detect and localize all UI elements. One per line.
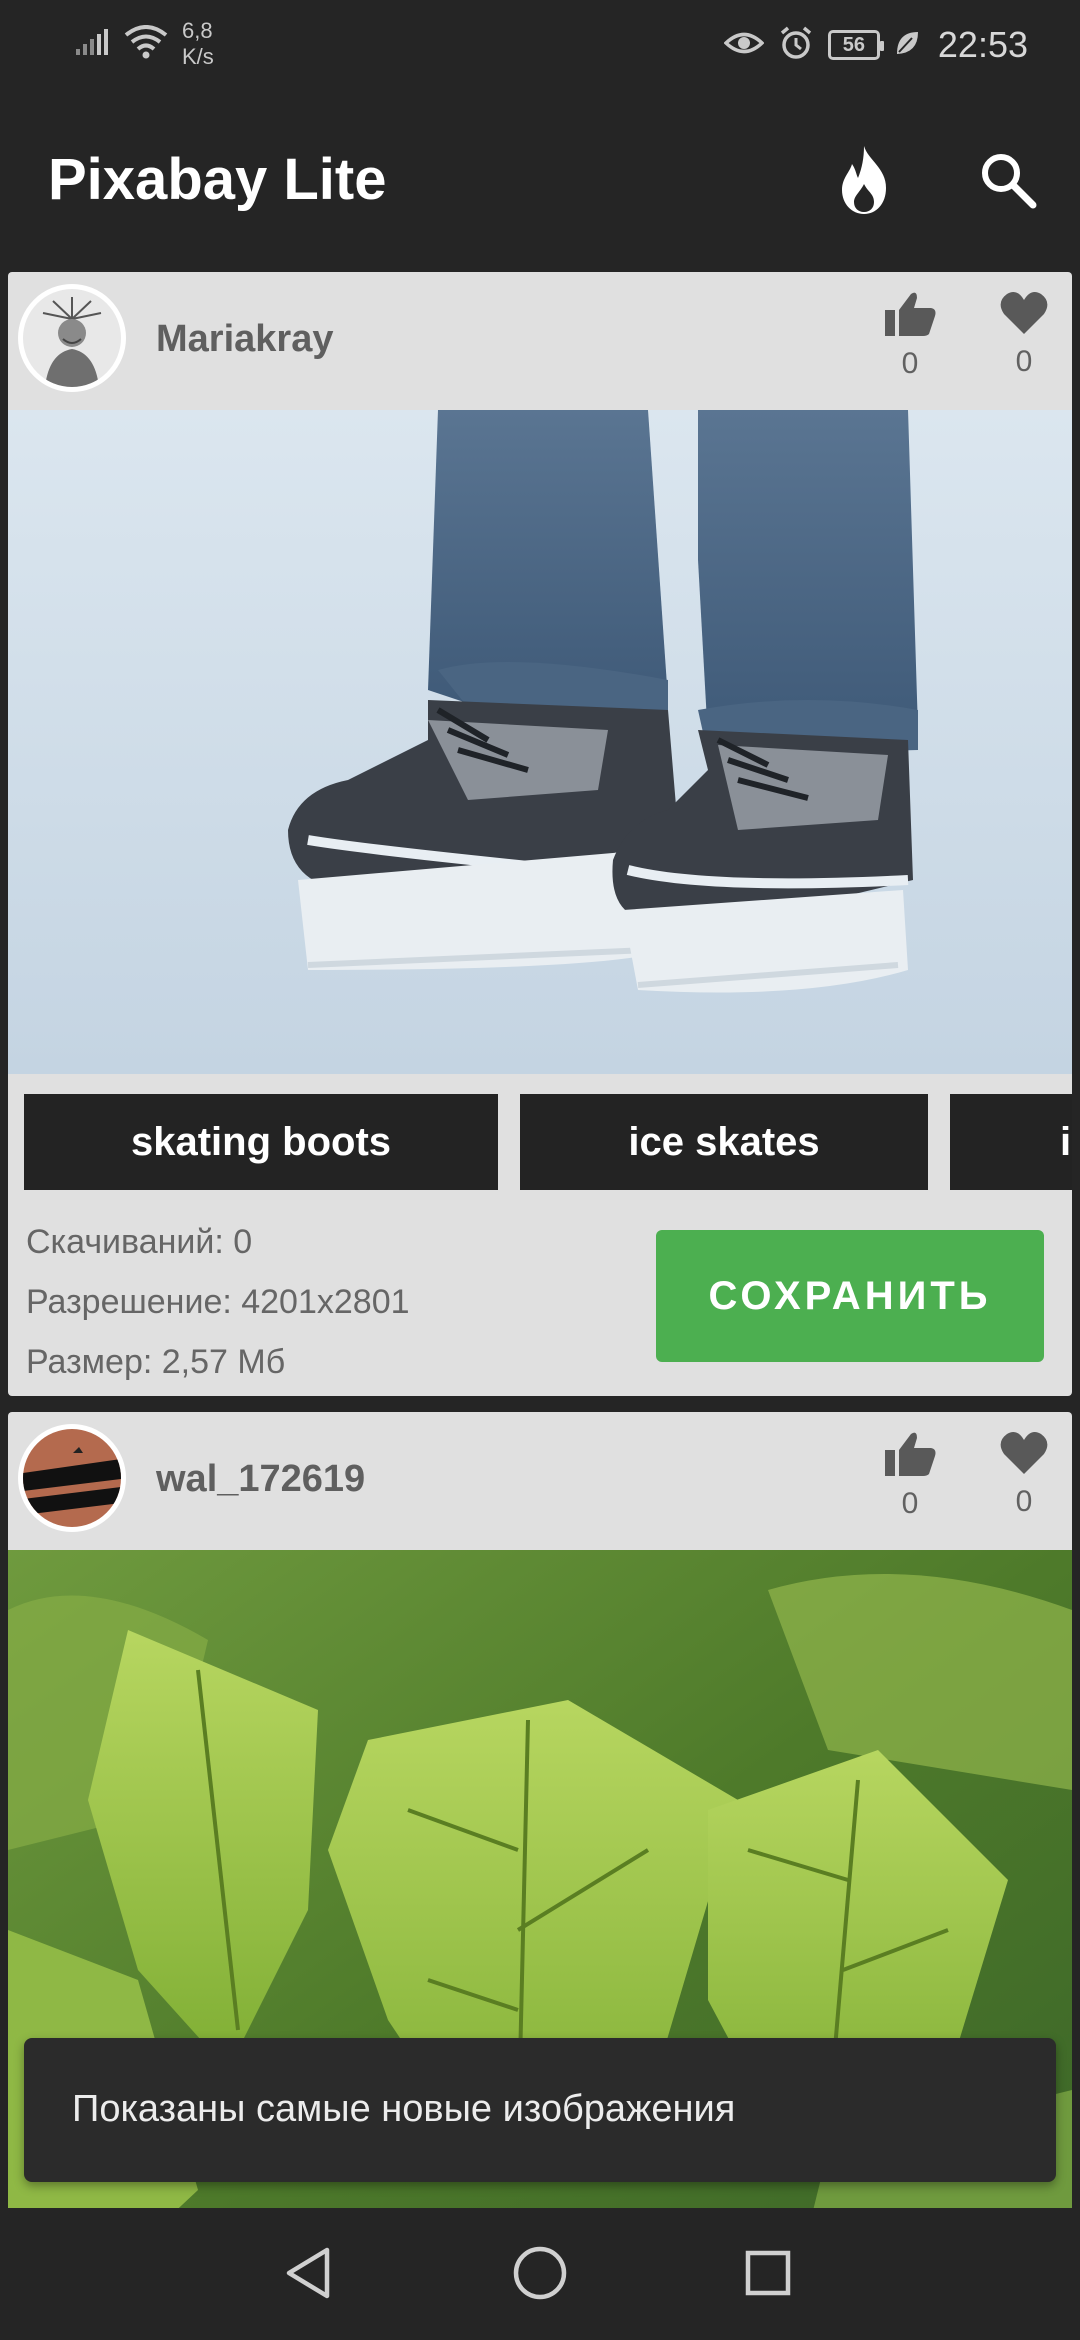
network-speed-unit: K/s xyxy=(182,44,214,69)
heart-icon xyxy=(999,292,1049,340)
thumb-up-icon xyxy=(883,1432,937,1482)
alarm-icon xyxy=(778,25,814,66)
app-title: Pixabay Lite xyxy=(48,147,387,212)
favorite-count: 0 xyxy=(1015,345,1033,378)
tag-chip[interactable]: ice skates xyxy=(520,1094,928,1190)
post-image[interactable] xyxy=(8,410,1072,1074)
status-bar: 6,8 K/s 56 22:53 xyxy=(0,0,1080,96)
status-right: 56 22:53 xyxy=(723,24,1028,66)
favorite-button[interactable]: 0 xyxy=(984,290,1064,379)
search-icon xyxy=(979,151,1037,214)
app-bar: Pixabay Lite xyxy=(0,96,1080,272)
post-header: Mariakray 0 0 xyxy=(8,272,1072,410)
signal-icon xyxy=(76,28,110,60)
post-image[interactable] xyxy=(8,1550,1072,2312)
like-count: 0 xyxy=(901,347,919,380)
save-button[interactable]: СОХРАНИТЬ xyxy=(656,1230,1044,1362)
battery-icon: 56 xyxy=(827,30,884,60)
image-info: Скачиваний: 0 Разрешение: 4201x2801 Разм… xyxy=(26,1212,410,1392)
avatar[interactable] xyxy=(18,284,126,392)
snackbar-message: Показаны самые новые изображения xyxy=(72,2088,736,2130)
home-button[interactable] xyxy=(500,2240,580,2310)
wifi-icon xyxy=(124,24,168,64)
favorite-count: 0 xyxy=(1015,1485,1033,1518)
network-speed-value: 6,8 xyxy=(182,18,213,43)
username[interactable]: wal_172619 xyxy=(156,1458,365,1501)
leaf-icon xyxy=(894,29,920,62)
status-left: 6,8 K/s xyxy=(76,18,214,70)
download-count: Скачиваний: 0 xyxy=(26,1223,253,1261)
post-card: Mariakray 0 0 skating boots ice skates i… xyxy=(8,272,1072,1396)
recents-button[interactable] xyxy=(728,2240,808,2310)
popular-button[interactable] xyxy=(824,142,904,222)
fire-icon xyxy=(834,144,894,221)
like-button[interactable]: 0 xyxy=(870,290,950,381)
back-triangle-icon xyxy=(283,2246,333,2305)
clock-time: 22:53 xyxy=(937,24,1028,65)
back-button[interactable] xyxy=(268,2240,348,2310)
system-nav-bar xyxy=(0,2208,1080,2340)
eye-icon xyxy=(723,28,765,63)
thumb-up-icon xyxy=(883,292,937,342)
avatar[interactable] xyxy=(18,1424,126,1532)
heart-icon xyxy=(999,1432,1049,1480)
post-header: wal_172619 0 0 xyxy=(8,1412,1072,1550)
home-circle-icon xyxy=(512,2245,568,2306)
tag-chip[interactable]: skating boots xyxy=(24,1094,498,1190)
snackbar: Показаны самые новые изображения xyxy=(24,2038,1056,2182)
battery-level: 56 xyxy=(842,33,866,56)
recents-square-icon xyxy=(744,2249,792,2302)
like-count: 0 xyxy=(901,1487,919,1520)
username[interactable]: Mariakray xyxy=(156,318,333,361)
image-size: Размер: 2,57 Мб xyxy=(26,1343,286,1381)
like-button[interactable]: 0 xyxy=(870,1430,950,1521)
network-speed: 6,8 K/s xyxy=(182,18,214,70)
search-button[interactable] xyxy=(968,142,1048,222)
tag-list: skating boots ice skates i xyxy=(8,1094,1072,1190)
tag-chip[interactable]: i xyxy=(950,1094,1072,1190)
image-resolution: Разрешение: 4201x2801 xyxy=(26,1283,410,1321)
favorite-button[interactable]: 0 xyxy=(984,1430,1064,1519)
